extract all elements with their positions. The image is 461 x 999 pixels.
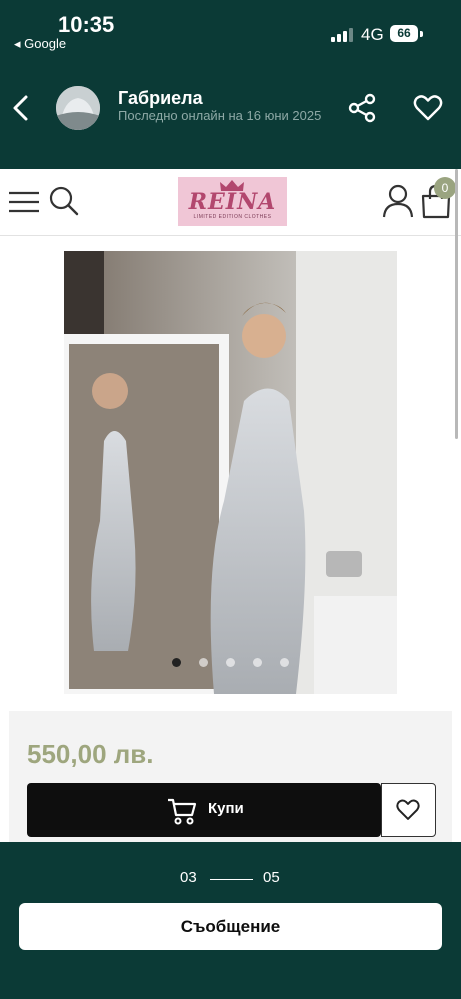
back-to-app-link[interactable]: ◂ Google (14, 36, 66, 52)
shop-logo[interactable]: REINA LIMITED EDITION CLOTHES (178, 177, 287, 226)
shop-logo-tagline: LIMITED EDITION CLOTHES (193, 214, 272, 220)
status-bar: 10:35 ◂ Google 4G 66 (0, 0, 461, 62)
carousel-dot[interactable] (280, 658, 289, 667)
battery-icon: 66 (390, 25, 418, 42)
pager-divider (210, 879, 253, 880)
carousel-dot[interactable] (226, 658, 235, 667)
pager-total: 05 (263, 869, 280, 886)
hamburger-menu-icon[interactable] (8, 189, 40, 215)
last-seen-text: Последно онлайн на 16 юни 2025 (118, 108, 322, 123)
carousel-dot[interactable] (253, 658, 262, 667)
message-button[interactable]: Съобщение (19, 903, 442, 950)
heart-icon (396, 799, 420, 820)
cart-icon (168, 798, 197, 825)
scrollbar[interactable] (455, 169, 458, 439)
user-icon[interactable] (381, 183, 415, 219)
pager-current: 03 (180, 869, 197, 886)
search-icon[interactable] (48, 185, 80, 217)
product-price: 550,00 лв. (27, 739, 154, 769)
carousel-dot[interactable] (199, 658, 208, 667)
bottom-bar: 03 05 Съобщение (0, 842, 461, 999)
signal-icon (331, 28, 355, 42)
buy-button-label: Купи (208, 800, 244, 817)
heart-icon[interactable] (412, 92, 444, 124)
cart-count-badge: 0 (434, 177, 456, 199)
product-purchase-card: 550,00 лв. Купи (9, 711, 452, 842)
status-time: 10:35 (58, 12, 115, 37)
battery-cap (420, 31, 423, 37)
chat-header: Габриела Последно онлайн на 16 юни 2025 (0, 62, 461, 169)
buy-button[interactable]: Купи (27, 783, 381, 837)
shop-webview: REINA LIMITED EDITION CLOTHES 0 550,00 л… (0, 169, 461, 842)
carousel-dot[interactable] (172, 658, 181, 667)
back-arrow-icon[interactable] (8, 92, 32, 124)
product-photo (64, 251, 397, 694)
shop-topbar: REINA LIMITED EDITION CLOTHES 0 (0, 169, 461, 236)
avatar[interactable] (56, 86, 100, 130)
carousel-dots[interactable] (172, 658, 292, 668)
wishlist-button[interactable] (381, 783, 436, 837)
share-icon[interactable] (346, 92, 378, 124)
seller-name: Габриела (118, 88, 203, 108)
product-image[interactable] (64, 251, 397, 694)
shop-logo-text: REINA (188, 189, 277, 215)
network-type: 4G (361, 25, 384, 44)
avatar-placeholder-icon (56, 86, 100, 130)
